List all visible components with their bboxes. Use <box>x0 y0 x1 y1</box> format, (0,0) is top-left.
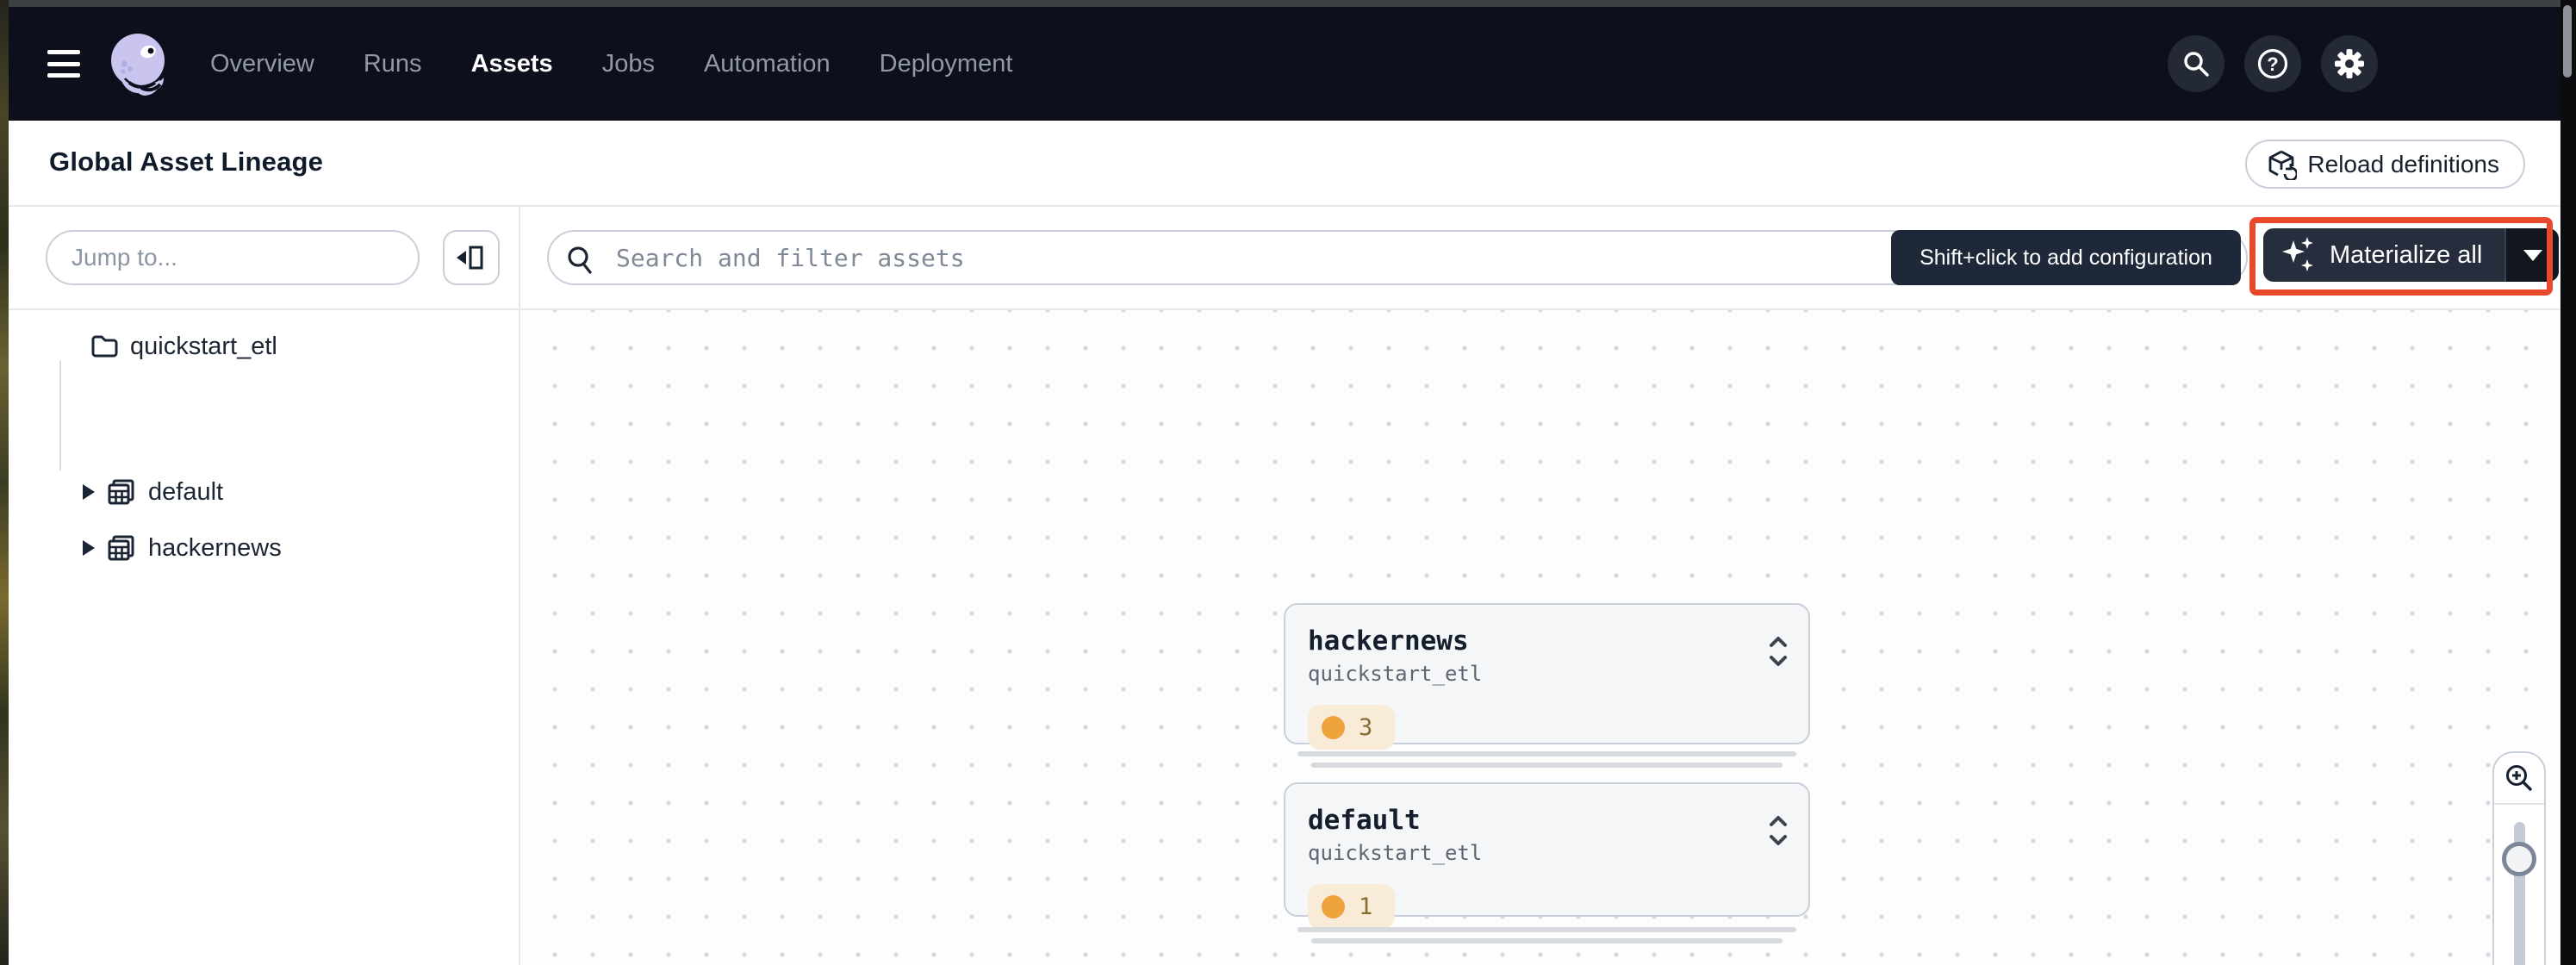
hamburger-menu-icon[interactable] <box>47 50 80 78</box>
materialize-dropdown-button[interactable] <box>2504 228 2559 282</box>
lineage-graph[interactable]: hackernews quickstart_etl 3 default quic… <box>520 310 2562 965</box>
materialize-all-label: Materialize all <box>2330 241 2482 270</box>
asset-group-node-default[interactable]: default quickstart_etl 1 <box>1284 782 1810 917</box>
node-title: default <box>1308 805 1786 836</box>
status-dot-icon <box>1322 716 1345 739</box>
stacked-assets-line <box>1297 751 1796 756</box>
jump-to-input[interactable] <box>46 230 420 285</box>
desktop-wallpaper-sliver <box>0 0 9 965</box>
window-top-edge <box>9 0 2560 7</box>
app-window: Overview Runs Assets Jobs Automation Dep… <box>0 0 2576 965</box>
nav-item-automation[interactable]: Automation <box>704 50 831 78</box>
settings-button[interactable] <box>2321 35 2378 92</box>
sparkles-icon <box>2280 235 2317 275</box>
tree-indent-guide <box>59 360 61 470</box>
asset-tree-sidebar: quickstart_etl default <box>9 207 519 965</box>
caret-right-icon[interactable] <box>83 540 95 556</box>
asset-count: 3 <box>1359 714 1372 741</box>
tree-row-quickstart-etl[interactable]: quickstart_etl <box>90 324 277 369</box>
search-icon <box>2181 49 2211 78</box>
tree-row-hackernews[interactable]: hackernews <box>83 526 282 570</box>
reload-definitions-label: Reload definitions <box>2307 151 2499 178</box>
tree-label: quickstart_etl <box>130 333 277 361</box>
tree-label: hackernews <box>148 534 282 563</box>
page-header: Global Asset Lineage Reload definitions <box>9 121 2560 207</box>
folder-icon <box>90 334 118 358</box>
chevron-down-icon <box>2523 250 2542 261</box>
asset-count-badge: 1 <box>1308 884 1395 929</box>
node-subtitle: quickstart_etl <box>1308 841 1786 865</box>
dagster-logo-icon[interactable] <box>105 29 176 100</box>
tree-row-default[interactable]: default <box>83 470 223 514</box>
nav-item-deployment[interactable]: Deployment <box>880 50 1013 78</box>
nav-actions: ? <box>2168 35 2378 92</box>
asset-group-icon <box>107 534 136 562</box>
sidebar-toolbar <box>9 207 519 310</box>
materialize-all-button[interactable]: Materialize all <box>2263 228 2504 282</box>
asset-count: 1 <box>1359 893 1372 920</box>
scrollbar-thumb[interactable] <box>2563 5 2572 78</box>
stacked-assets-line <box>1297 927 1796 932</box>
collapse-panel-icon <box>457 245 486 271</box>
expand-collapse-icon[interactable] <box>1767 813 1789 848</box>
node-subtitle: quickstart_etl <box>1308 662 1786 686</box>
status-dot-icon <box>1322 895 1345 918</box>
asset-count-badge: 3 <box>1308 705 1395 750</box>
materialize-split-button: Materialize all <box>2263 228 2559 282</box>
search-button[interactable] <box>2168 35 2224 92</box>
nav-item-assets[interactable]: Assets <box>471 50 553 78</box>
reload-cube-icon <box>2266 149 2297 180</box>
stacked-assets-line <box>1311 763 1783 768</box>
zoom-in-icon <box>2504 763 2535 794</box>
top-nav: Overview Runs Assets Jobs Automation Dep… <box>9 7 2560 121</box>
page-title: Global Asset Lineage <box>49 146 323 177</box>
canvas-toolbar <box>520 207 2562 310</box>
stacked-assets-line <box>1311 938 1783 943</box>
nav-menu: Overview Runs Assets Jobs Automation Dep… <box>210 7 1012 121</box>
zoom-slider-handle[interactable] <box>2502 842 2536 876</box>
svg-text:?: ? <box>2267 53 2278 75</box>
zoom-control <box>2492 751 2546 965</box>
help-button[interactable]: ? <box>2244 35 2301 92</box>
collapse-sidebar-button[interactable] <box>443 230 500 285</box>
zoom-in-button[interactable] <box>2494 753 2544 805</box>
gear-icon <box>2333 47 2366 80</box>
lineage-canvas: hackernews quickstart_etl 3 default quic… <box>519 207 2560 965</box>
tree-label: default <box>148 478 223 507</box>
expand-collapse-icon[interactable] <box>1767 634 1789 669</box>
asset-group-icon <box>107 478 136 506</box>
tooltip-text: Shift+click to add configuration <box>1920 246 2212 271</box>
nav-item-runs[interactable]: Runs <box>364 50 422 78</box>
nav-item-overview[interactable]: Overview <box>210 50 314 78</box>
help-icon: ? <box>2256 47 2289 80</box>
nav-item-jobs[interactable]: Jobs <box>602 50 655 78</box>
browser-scrollbar-area <box>2560 0 2576 965</box>
materialize-tooltip: Shift+click to add configuration <box>1891 230 2241 285</box>
asset-group-node-hackernews[interactable]: hackernews quickstart_etl 3 <box>1284 603 1810 744</box>
caret-right-icon[interactable] <box>83 484 95 500</box>
node-title: hackernews <box>1308 626 1786 657</box>
reload-definitions-button[interactable]: Reload definitions <box>2245 140 2525 189</box>
